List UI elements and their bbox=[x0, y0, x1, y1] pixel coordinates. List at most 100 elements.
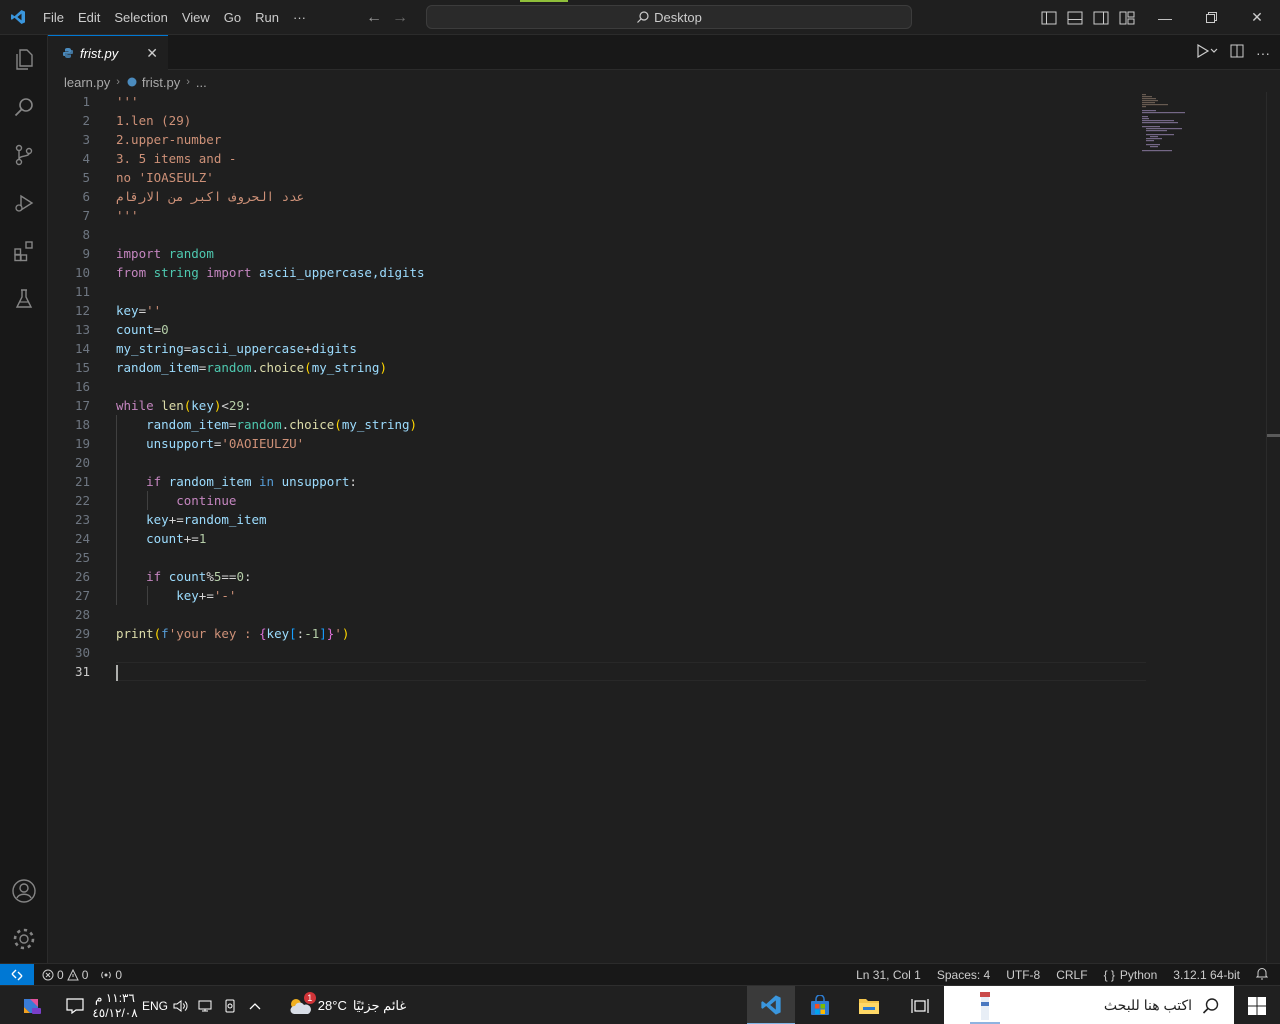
restore-icon[interactable] bbox=[1188, 0, 1234, 35]
taskbar-task-view[interactable] bbox=[896, 986, 944, 1024]
taskbar-file-explorer[interactable] bbox=[845, 986, 893, 1024]
line-number: 13 bbox=[74, 322, 90, 337]
show-hidden-icons-chevron-icon[interactable] bbox=[242, 986, 268, 1024]
remote-indicator-icon[interactable] bbox=[0, 963, 34, 986]
token: = bbox=[138, 303, 147, 318]
source-control-icon[interactable] bbox=[0, 131, 48, 179]
token: + bbox=[304, 341, 312, 356]
token: ] bbox=[319, 626, 327, 641]
run-python-file-icon[interactable] bbox=[1196, 43, 1218, 61]
breadcrumb-more[interactable]: ... bbox=[196, 75, 207, 90]
search-view-icon[interactable] bbox=[0, 83, 48, 131]
cursor-position[interactable]: Ln 31, Col 1 bbox=[856, 968, 921, 982]
close-window-icon[interactable]: ✕ bbox=[1234, 0, 1280, 35]
token: < bbox=[221, 398, 229, 413]
network-icon[interactable] bbox=[194, 986, 218, 1024]
warning-count: 0 bbox=[81, 967, 89, 982]
customize-layout-icon[interactable] bbox=[1118, 9, 1136, 27]
notification-center-icon[interactable] bbox=[62, 986, 88, 1024]
ports-count: 0 bbox=[115, 967, 123, 982]
line-number: 28 bbox=[74, 607, 90, 622]
menu-view[interactable]: View bbox=[175, 0, 217, 35]
menu-more[interactable]: ··· bbox=[286, 0, 313, 35]
line-number: 14 bbox=[74, 341, 90, 356]
code-line-21: if random_item in unsupport: bbox=[116, 472, 1146, 491]
menu-selection[interactable]: Selection bbox=[107, 0, 174, 35]
testing-flask-icon[interactable] bbox=[0, 275, 48, 323]
back-arrow-icon[interactable]: ← bbox=[366, 9, 382, 27]
code-line-31[interactable] bbox=[116, 662, 1146, 681]
accounts-icon[interactable] bbox=[0, 867, 48, 915]
menu-file[interactable]: File bbox=[36, 0, 71, 35]
breadcrumb-file[interactable]: frist.py bbox=[142, 75, 180, 90]
code-line-17: while len(key)<29: bbox=[116, 396, 1146, 415]
language-mode[interactable]: { } Python bbox=[1104, 968, 1158, 982]
token: += bbox=[198, 588, 214, 603]
python-interpreter[interactable]: 3.12.1 64-bit bbox=[1173, 968, 1240, 982]
token: continue bbox=[176, 493, 237, 508]
token: in bbox=[259, 474, 275, 489]
activity-bar bbox=[0, 35, 48, 963]
token: key bbox=[191, 398, 214, 413]
search-icon bbox=[1202, 997, 1219, 1014]
input-language[interactable]: ENG bbox=[142, 986, 168, 1024]
volume-icon[interactable] bbox=[168, 986, 194, 1024]
explorer-icon[interactable] bbox=[0, 35, 48, 83]
token: from bbox=[116, 265, 147, 280]
minimap[interactable] bbox=[1140, 92, 1200, 162]
token: += bbox=[168, 512, 184, 527]
activity-bar-bottom bbox=[0, 867, 48, 963]
extensions-icon[interactable] bbox=[0, 227, 48, 275]
notifications-bell-icon[interactable] bbox=[1255, 967, 1269, 983]
copilot-icon[interactable] bbox=[0, 986, 62, 1024]
token: : bbox=[243, 398, 252, 413]
windows-start-button[interactable] bbox=[1234, 986, 1280, 1024]
token: random_item bbox=[146, 417, 229, 432]
indentation[interactable]: Spaces: 4 bbox=[937, 968, 990, 982]
taskbar-vscode[interactable] bbox=[747, 986, 795, 1024]
close-tab-icon[interactable]: ✕ bbox=[146, 45, 158, 62]
toggle-panel-icon[interactable] bbox=[1066, 9, 1084, 27]
weather-condition: غائم جزئيًا bbox=[352, 997, 407, 1013]
weather-widget[interactable]: 1 28°C غائم جزئيًا bbox=[272, 986, 422, 1024]
status-bar: 0 0 0 Ln 31, Col 1 Spaces: 4 UTF-8 CRLF … bbox=[0, 963, 1280, 986]
code-line-29: print(f'your key : {key[:-1]}') bbox=[116, 624, 1146, 643]
code-area[interactable]: ''' 1.len (29) 2.upper-number 3. 5 items… bbox=[116, 92, 1146, 681]
command-center-search[interactable]: Desktop bbox=[426, 5, 912, 29]
taskbar-store[interactable] bbox=[796, 986, 844, 1024]
vertical-scrollbar[interactable] bbox=[1266, 92, 1280, 962]
weather-badge: 1 bbox=[303, 991, 316, 1004]
toggle-secondary-sidebar-icon[interactable] bbox=[1092, 9, 1110, 27]
token: . bbox=[251, 360, 260, 375]
menu-go[interactable]: Go bbox=[217, 0, 248, 35]
token: count bbox=[146, 531, 184, 546]
tab-frist-py[interactable]: frist.py ✕ bbox=[48, 35, 168, 70]
token: 0 bbox=[161, 322, 169, 337]
device-icon[interactable] bbox=[218, 986, 242, 1024]
taskbar-search[interactable]: اكتب هنا للبحث bbox=[944, 986, 1234, 1024]
toggle-primary-sidebar-icon[interactable] bbox=[1040, 9, 1058, 27]
file-encoding[interactable]: UTF-8 bbox=[1006, 968, 1040, 982]
clock[interactable]: ١١:٣٦ م ٤٥/١٢/٠٨ bbox=[88, 986, 142, 1024]
ports-indicator[interactable]: 0 bbox=[100, 968, 122, 982]
code-editor[interactable]: 1 2 3 4 5 6 7 8 9 10 11 12 13 14 15 16 17 18 19 20 21 22 23 24 2… bbox=[48, 92, 1280, 962]
line-number: 9 bbox=[82, 246, 90, 261]
token: += bbox=[183, 531, 199, 546]
line-endings[interactable]: CRLF bbox=[1056, 968, 1087, 982]
forward-arrow-icon[interactable]: → bbox=[392, 9, 408, 27]
menu-edit[interactable]: Edit bbox=[71, 0, 107, 35]
error-icon bbox=[42, 969, 54, 980]
split-editor-icon[interactable] bbox=[1230, 44, 1244, 61]
clock-time: ١١:٣٦ م bbox=[95, 990, 135, 1005]
minimize-icon[interactable]: — bbox=[1142, 0, 1188, 35]
more-actions-icon[interactable]: ··· bbox=[1256, 45, 1270, 61]
line-number: 18 bbox=[74, 417, 90, 432]
run-debug-icon[interactable] bbox=[0, 179, 48, 227]
code-line-10: from string import ascii_uppercase,digit… bbox=[116, 263, 1146, 282]
breadcrumb-folder[interactable]: learn.py bbox=[64, 75, 110, 90]
problems-indicator[interactable]: 0 0 bbox=[42, 968, 88, 982]
navigation-arrows: ← → bbox=[366, 0, 408, 35]
menu-run[interactable]: Run bbox=[248, 0, 286, 35]
manage-gear-icon[interactable] bbox=[0, 915, 48, 963]
